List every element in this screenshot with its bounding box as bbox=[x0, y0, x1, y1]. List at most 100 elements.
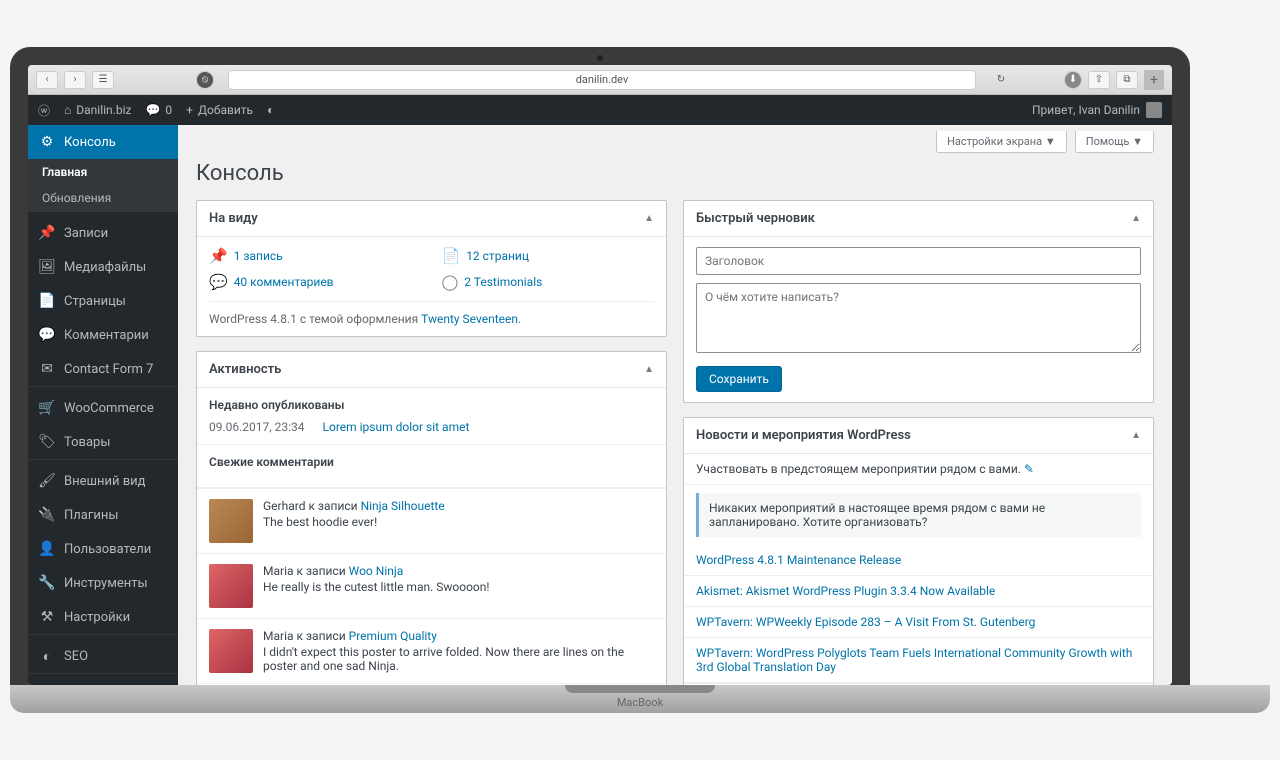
wp-admin-bar: ⓦ ⌂ Danilin.biz 💬 0 + Добавить ◐ Привет,… bbox=[28, 95, 1172, 125]
greeting-text[interactable]: Привет, Ivan Danilin bbox=[1032, 103, 1140, 117]
nav-forward-button[interactable]: › bbox=[64, 71, 86, 89]
seo-icon: ◐ bbox=[38, 647, 56, 665]
comments-count-link[interactable]: 40 комментариев bbox=[234, 275, 334, 289]
sidebar-item-products[interactable]: 🏷Товары bbox=[28, 425, 178, 459]
quick-draft-box: Быстрый черновик ▲ Сохранить bbox=[683, 200, 1154, 403]
sidebar-item-users[interactable]: 👤Пользователи bbox=[28, 532, 178, 566]
comment-icon: 💬 bbox=[209, 273, 228, 291]
post-link[interactable]: Premium Quality bbox=[349, 629, 437, 643]
comment-text: The best hoodie ever! bbox=[263, 515, 445, 529]
sidebar-sub-updates[interactable]: Обновления bbox=[28, 185, 178, 211]
new-tab-button[interactable]: + bbox=[1144, 70, 1164, 90]
user-icon: 👤 bbox=[38, 540, 56, 558]
save-draft-button[interactable]: Сохранить bbox=[696, 366, 782, 392]
at-a-glance-box: На виду ▲ 📌 1 запись 📄 12 страниц 💬 40 комме… bbox=[196, 200, 667, 337]
pin-icon: 📌 bbox=[38, 224, 56, 242]
pub-link[interactable]: Lorem ipsum dolor sit amet bbox=[323, 420, 470, 434]
help-button[interactable]: Помощь ▼ bbox=[1075, 131, 1154, 153]
sidebar-item-pages[interactable]: 📄Страницы bbox=[28, 284, 178, 318]
news-title: Новости и мероприятия WordPress bbox=[696, 428, 911, 443]
news-link[interactable]: WordPress 4.8.1 Maintenance Release bbox=[696, 553, 901, 567]
tabs-button[interactable]: ⧉ bbox=[1116, 71, 1138, 89]
wrench-icon: 🔧 bbox=[38, 574, 56, 592]
activity-title: Активность bbox=[209, 362, 281, 377]
news-link[interactable]: WPTavern: WordPress Polyglots Team Fuels… bbox=[696, 646, 1132, 674]
sidebar-sub-home[interactable]: Главная bbox=[28, 159, 178, 185]
glance-title: На виду bbox=[209, 211, 258, 226]
sidebar-item-media[interactable]: 🖼Медиафайлы bbox=[28, 250, 178, 284]
sidebar-item-settings[interactable]: ⚒Настройки bbox=[28, 600, 178, 634]
pin-icon: 📌 bbox=[209, 247, 228, 265]
draft-content-input[interactable] bbox=[696, 283, 1141, 353]
dashboard-icon: ⚙ bbox=[38, 133, 56, 151]
sidebar-item-woocommerce[interactable]: 🛒WooCommerce bbox=[28, 391, 178, 425]
mail-icon: ✉ bbox=[38, 360, 56, 378]
comment-text: I didn't expect this poster to arrive fo… bbox=[263, 645, 654, 673]
comment-text: He really is the cutest little man. Swoo… bbox=[263, 580, 489, 594]
browser-toolbar: ‹ › ☰ ⦸ danilin.dev ↻ ⬇ ⇧ ⧉ + bbox=[28, 65, 1172, 95]
comments-link[interactable]: 💬 0 bbox=[145, 103, 172, 117]
sidebar-item-dashboard[interactable]: ⚙Консоль bbox=[28, 125, 178, 159]
admin-sidebar: ⚙Консоль Главная Обновления 📌Записи 🖼Мед… bbox=[28, 125, 178, 685]
activity-box: Активность ▲ Недавно опубликованы 09.06.2… bbox=[196, 351, 667, 685]
comment-row: Maria к записи Premium Quality I didn't … bbox=[197, 618, 666, 683]
theme-link[interactable]: Twenty Seventeen bbox=[421, 312, 518, 326]
brush-icon: 🖌 bbox=[38, 472, 56, 490]
avatar[interactable] bbox=[1146, 102, 1162, 118]
page-icon: 📄 bbox=[38, 292, 56, 310]
plugin-icon: 🔌 bbox=[38, 506, 56, 524]
testimonials-count-link[interactable]: 2 Testimonials bbox=[464, 275, 542, 289]
page-title: Консоль bbox=[196, 161, 1154, 186]
cart-icon: 🛒 bbox=[38, 399, 56, 417]
avatar bbox=[209, 564, 253, 608]
comment-row: Maria к записи Woo Ninja He really is th… bbox=[197, 553, 666, 618]
post-link[interactable]: Ninja Silhouette bbox=[361, 499, 445, 513]
draft-title: Быстрый черновик bbox=[696, 211, 815, 226]
nav-back-button[interactable]: ‹ bbox=[36, 71, 58, 89]
post-link[interactable]: Woo Ninja bbox=[349, 564, 404, 578]
wp-version-text: WordPress 4.8.1 с темой оформления Twent… bbox=[209, 301, 654, 326]
comment-icon: 💬 bbox=[38, 326, 56, 344]
sidebar-item-seo[interactable]: ◐SEO bbox=[28, 639, 178, 673]
seo-icon[interactable]: ◐ bbox=[267, 103, 274, 117]
sidebar-toggle-button[interactable]: ☰ bbox=[92, 71, 114, 89]
recent-pub-heading: Недавно опубликованы bbox=[209, 398, 654, 412]
url-bar[interactable]: danilin.dev bbox=[228, 70, 976, 90]
tag-icon: 🏷 bbox=[38, 433, 56, 451]
sidebar-item-cf7[interactable]: ✉Contact Form 7 bbox=[28, 352, 178, 386]
toggle-icon[interactable]: ▲ bbox=[644, 364, 654, 375]
participate-text: Участвовать в предстоящем мероприятии ря… bbox=[696, 462, 1021, 476]
page-icon: 📄 bbox=[442, 247, 461, 265]
organize-link[interactable]: организовать bbox=[844, 515, 922, 529]
circle-icon: ◯ bbox=[442, 273, 459, 291]
toggle-icon[interactable]: ▲ bbox=[1131, 430, 1141, 441]
sidebar-item-appearance[interactable]: 🖌Внешний вид bbox=[28, 464, 178, 498]
share-button[interactable]: ⇧ bbox=[1088, 71, 1110, 89]
avatar bbox=[209, 629, 253, 673]
media-icon: 🖼 bbox=[38, 258, 56, 276]
draft-title-input[interactable] bbox=[696, 247, 1141, 275]
news-link[interactable]: Akismet: Akismet WordPress Plugin 3.3.4 … bbox=[696, 584, 995, 598]
sidebar-collapse[interactable]: ◀Свернуть меню bbox=[28, 678, 178, 685]
news-link[interactable]: WPTavern: WPWeekly Episode 283 – A Visit… bbox=[696, 615, 1035, 629]
fresh-comments-heading: Свежие комментарии bbox=[209, 455, 654, 469]
posts-count-link[interactable]: 1 запись bbox=[234, 249, 283, 263]
pub-date: 09.06.2017, 23:34 bbox=[209, 420, 305, 434]
screen-options-button[interactable]: Настройки экрана ▼ bbox=[936, 131, 1067, 153]
sidebar-item-tools[interactable]: 🔧Инструменты bbox=[28, 566, 178, 600]
sidebar-item-comments[interactable]: 💬Комментарии bbox=[28, 318, 178, 352]
pages-count-link[interactable]: 12 страниц bbox=[466, 249, 529, 263]
sidebar-item-posts[interactable]: 📌Записи bbox=[28, 216, 178, 250]
toggle-icon[interactable]: ▲ bbox=[644, 213, 654, 224]
macbook-base: MacBook bbox=[10, 685, 1270, 713]
add-new-link[interactable]: + Добавить bbox=[186, 103, 253, 117]
wp-logo-icon[interactable]: ⓦ bbox=[38, 102, 50, 119]
sidebar-item-plugins[interactable]: 🔌Плагины bbox=[28, 498, 178, 532]
reload-button[interactable]: ↻ bbox=[990, 71, 1012, 89]
edit-location-icon[interactable]: ✎ bbox=[1024, 462, 1034, 476]
toggle-icon[interactable]: ▲ bbox=[1131, 213, 1141, 224]
comment-row: Gerhard к записи Ninja Silhouette The be… bbox=[197, 488, 666, 553]
adblock-icon[interactable]: ⦸ bbox=[196, 71, 214, 89]
extension-icon[interactable]: ⬇ bbox=[1064, 71, 1082, 89]
site-name-link[interactable]: ⌂ Danilin.biz bbox=[64, 103, 131, 117]
